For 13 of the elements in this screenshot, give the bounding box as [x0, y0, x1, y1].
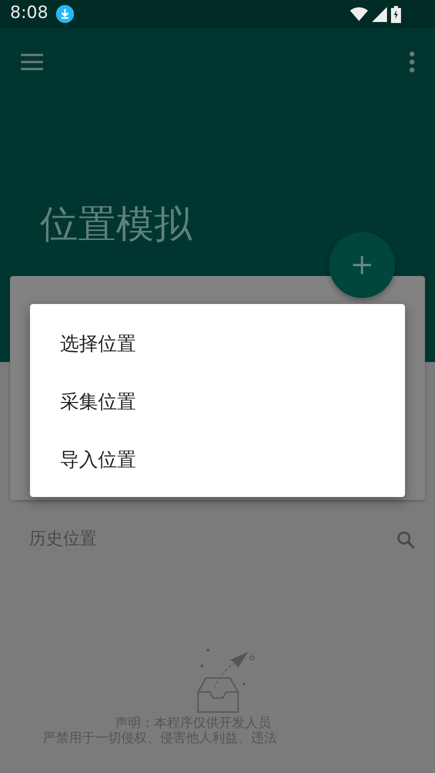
- battery-icon: [391, 6, 401, 22]
- menu-item[interactable]: 导入位置: [30, 430, 405, 488]
- plus-icon: [352, 255, 372, 275]
- more-options-icon[interactable]: [409, 50, 415, 72]
- menu-icon[interactable]: [20, 52, 44, 70]
- menu-item[interactable]: 采集位置: [30, 372, 405, 430]
- app-title: 位置模拟: [39, 201, 193, 248]
- download-icon: [56, 5, 74, 23]
- status-time: 8:08: [10, 2, 48, 26]
- search-icon[interactable]: [397, 531, 415, 549]
- menu-item[interactable]: 选择位置: [30, 314, 405, 372]
- wifi-icon: [350, 7, 368, 21]
- signal-icon: [372, 6, 387, 22]
